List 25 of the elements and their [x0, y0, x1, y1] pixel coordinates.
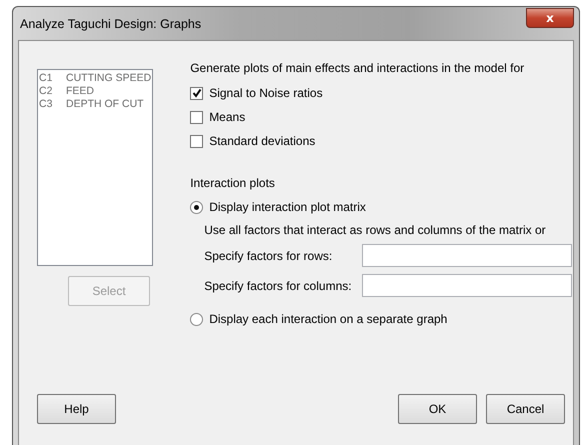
field-label: Specify factors for rows: [204, 248, 334, 262]
checkbox[interactable] [190, 86, 204, 100]
instruction-text: Use all factors that interact as rows and columns of the matrix or [204, 223, 547, 237]
section-heading: Interaction plots [190, 176, 276, 190]
radio-button[interactable] [190, 312, 204, 326]
variable-item[interactable]: C1 CUTTING SPEED [39, 72, 152, 85]
ok-button[interactable]: OK [398, 394, 477, 424]
input-field[interactable] [362, 274, 572, 297]
variable-item[interactable]: C3 DEPTH OF CUT [39, 98, 144, 111]
radio-label: Display interaction plot matrix [209, 200, 366, 214]
checkbox-label: Means [209, 110, 246, 124]
cancel-button[interactable]: Cancel [486, 394, 565, 424]
radio-button[interactable] [190, 200, 204, 214]
help-button[interactable]: Help [37, 394, 116, 424]
section-heading: Generate plots of main effects and interactions in the model for [190, 61, 526, 75]
checkbox-label: Standard deviations [209, 134, 316, 148]
checkbox[interactable] [190, 110, 204, 124]
close-button[interactable]: x [526, 8, 574, 28]
field-label: Specify factors for columns: [204, 278, 353, 292]
checkbox[interactable] [190, 134, 204, 148]
variable-item[interactable]: C2 FEED [39, 85, 94, 98]
checkbox-label: Signal to Noise ratios [209, 86, 323, 100]
input-field[interactable] [362, 244, 572, 267]
radio-label: Display each interaction on a separate graph [209, 312, 448, 326]
window-title: Analyze Taguchi Design: Graphs [19, 16, 202, 30]
